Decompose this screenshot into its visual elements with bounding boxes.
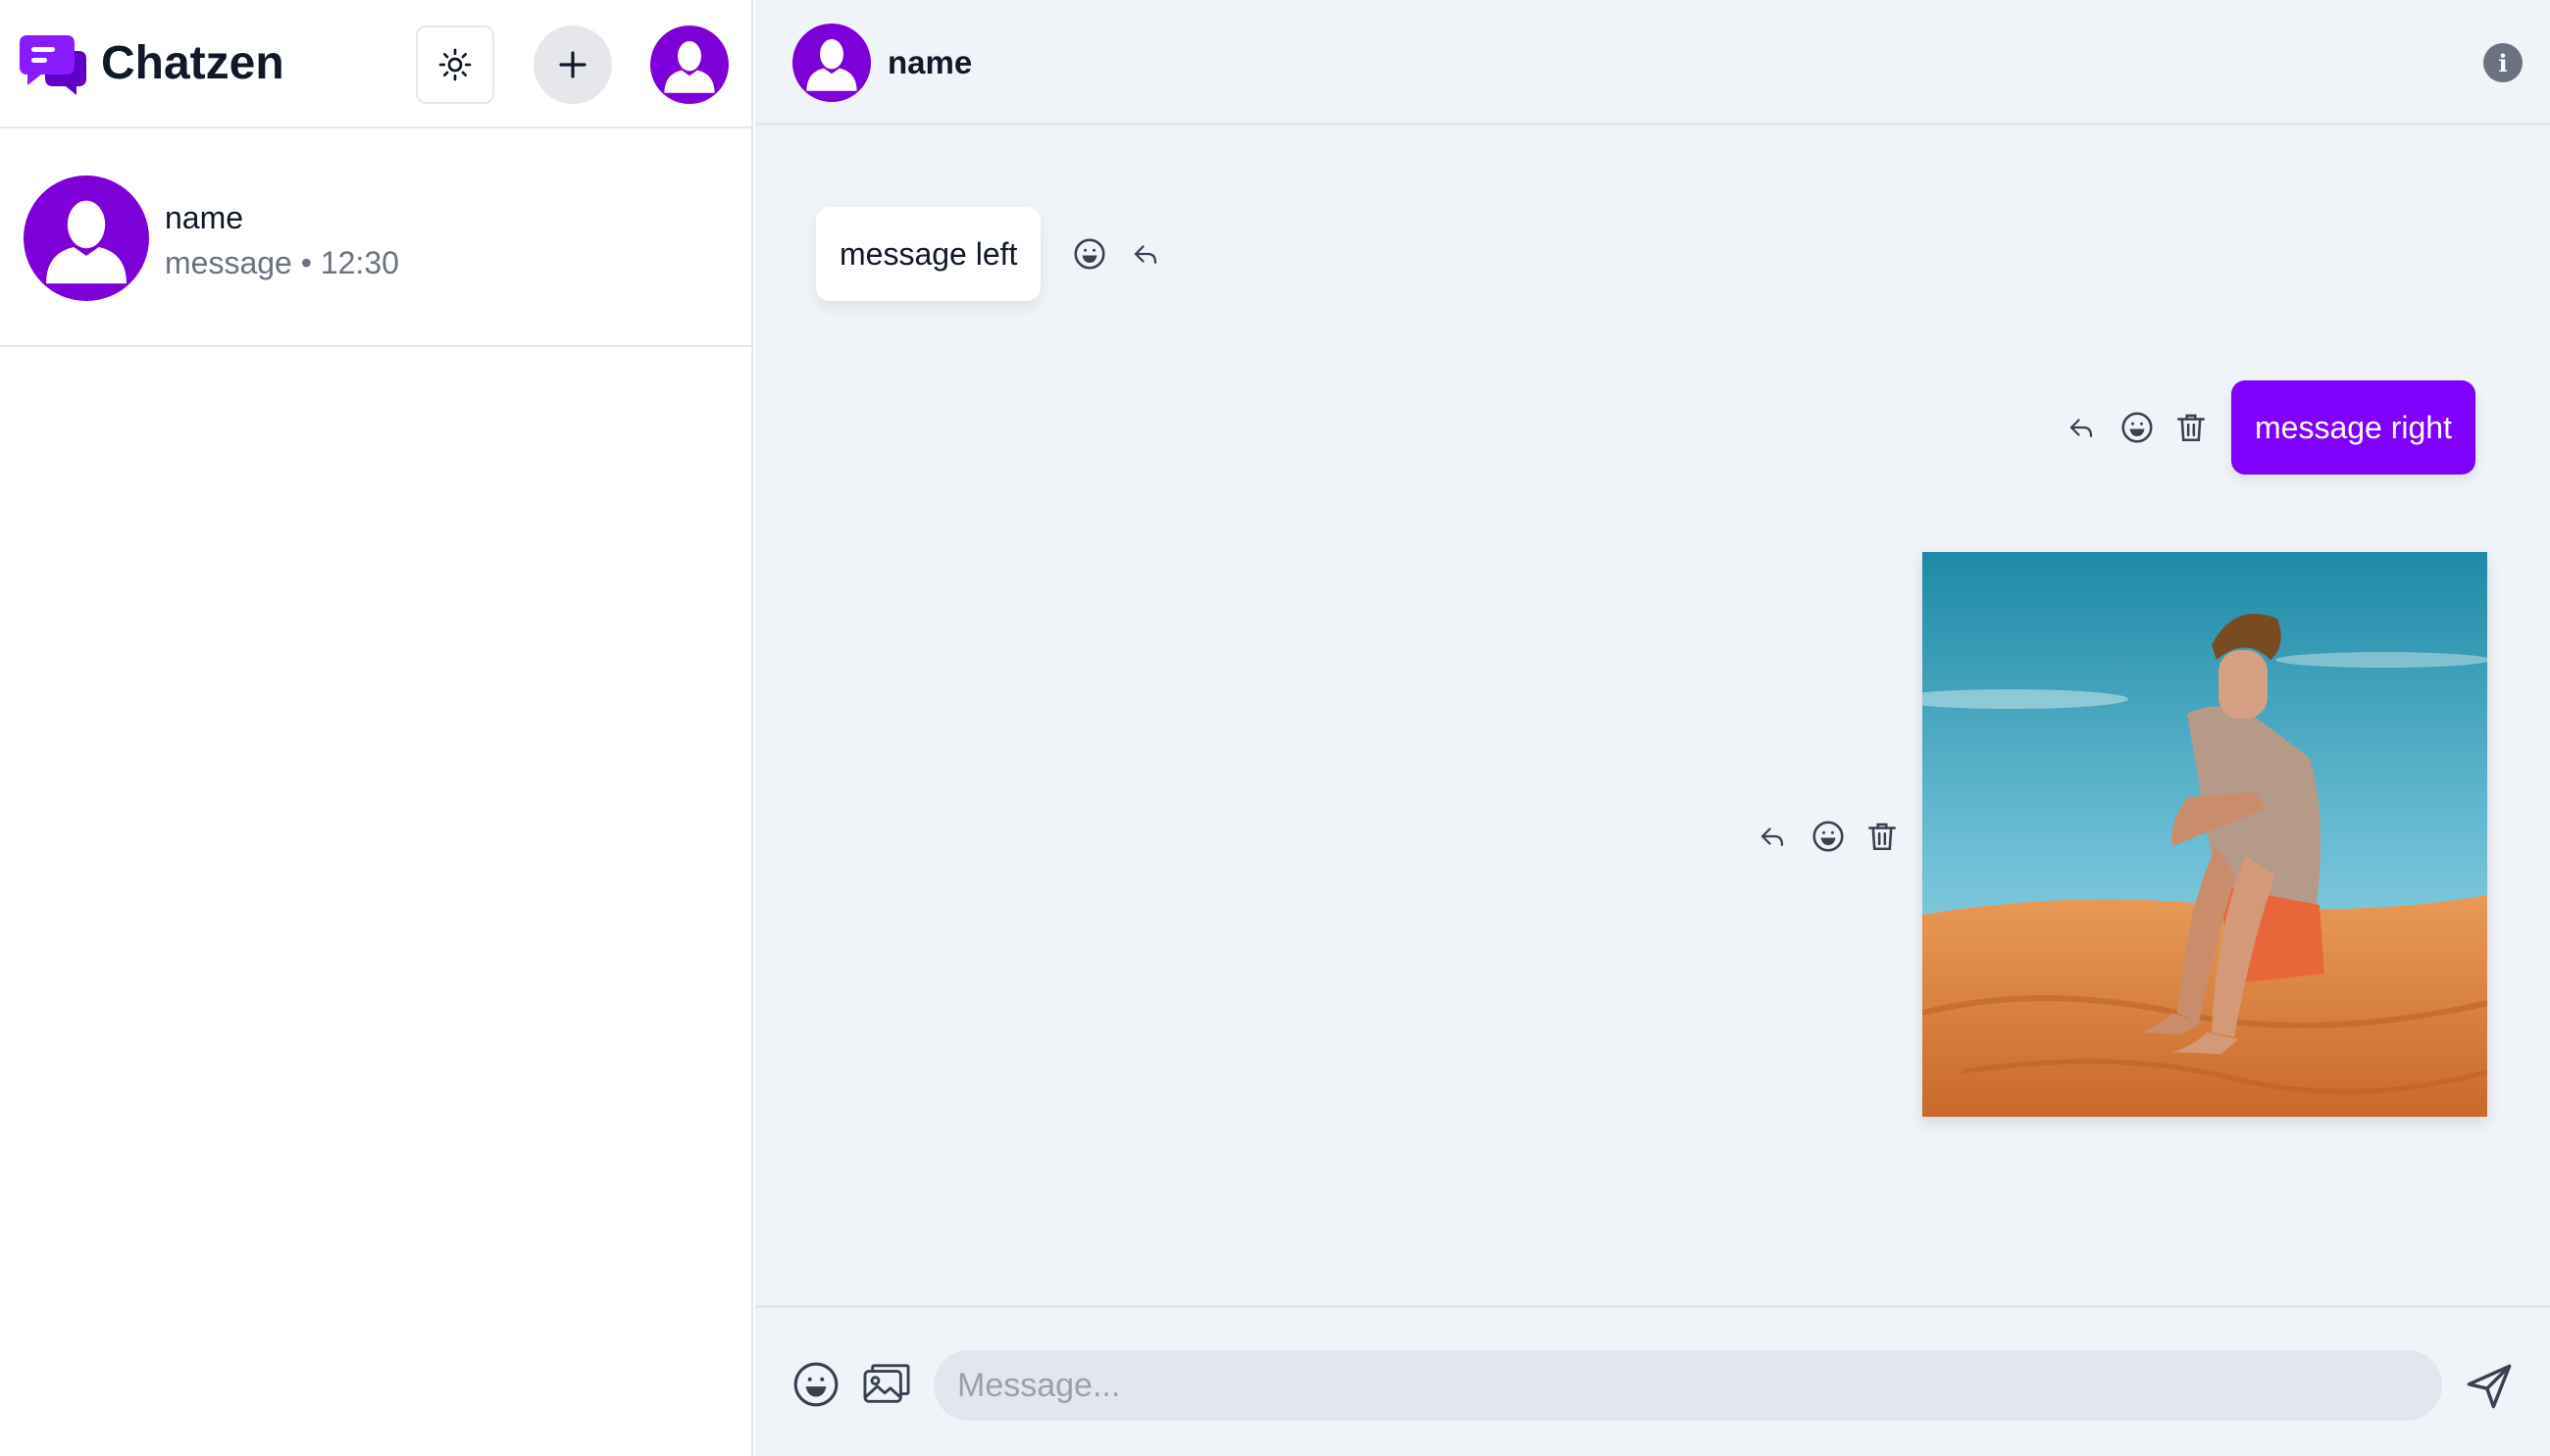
- chat-header: name i: [755, 0, 2550, 126]
- emoji-icon[interactable]: [1070, 234, 1109, 274]
- emoji-icon[interactable]: [790, 1359, 842, 1410]
- chat-bubbles-icon: [20, 33, 88, 96]
- new-chat-button[interactable]: [534, 25, 612, 104]
- info-icon[interactable]: i: [2483, 43, 2523, 82]
- message-bubble-right[interactable]: message right: [2231, 380, 2475, 475]
- reply-icon[interactable]: [1753, 817, 1792, 856]
- app-title: Chatzen: [101, 37, 284, 89]
- chat-panel: name i message left message right Messag…: [755, 0, 2550, 1456]
- profile-avatar-button[interactable]: [650, 25, 729, 104]
- sidebar: Chatzen name message • 12:30: [0, 0, 753, 1456]
- avatar[interactable]: [792, 24, 871, 102]
- emoji-icon[interactable]: [1809, 817, 1848, 856]
- emoji-icon[interactable]: [2117, 408, 2157, 447]
- trash-icon[interactable]: [1862, 817, 1902, 856]
- user-avatar-icon: [650, 25, 729, 104]
- sun-icon: [437, 47, 473, 82]
- plus-icon: [557, 49, 588, 80]
- chat-contact-name: name: [888, 44, 973, 80]
- last-message: message: [165, 245, 292, 280]
- send-icon[interactable]: [2462, 1359, 2517, 1414]
- conversation-item[interactable]: name message • 12:30: [0, 129, 753, 347]
- reply-icon[interactable]: [1126, 234, 1165, 274]
- conversation-preview: message • 12:30: [165, 243, 399, 282]
- message-input[interactable]: [934, 1350, 2442, 1421]
- separator-dot: •: [300, 245, 312, 280]
- trash-icon[interactable]: [2171, 408, 2211, 447]
- reply-icon[interactable]: [2062, 408, 2101, 447]
- theme-toggle-button[interactable]: [416, 25, 494, 104]
- message-bubble-left[interactable]: message left: [816, 207, 1042, 301]
- message-composer: [755, 1305, 2550, 1456]
- avatar: [24, 176, 149, 301]
- image-upload-icon[interactable]: [861, 1359, 912, 1410]
- info-label: i: [2498, 48, 2508, 77]
- image-message[interactable]: [1922, 552, 2487, 1117]
- conversation-name: name: [165, 200, 244, 235]
- message-time: 12:30: [320, 245, 399, 280]
- sidebar-header: Chatzen: [0, 0, 753, 128]
